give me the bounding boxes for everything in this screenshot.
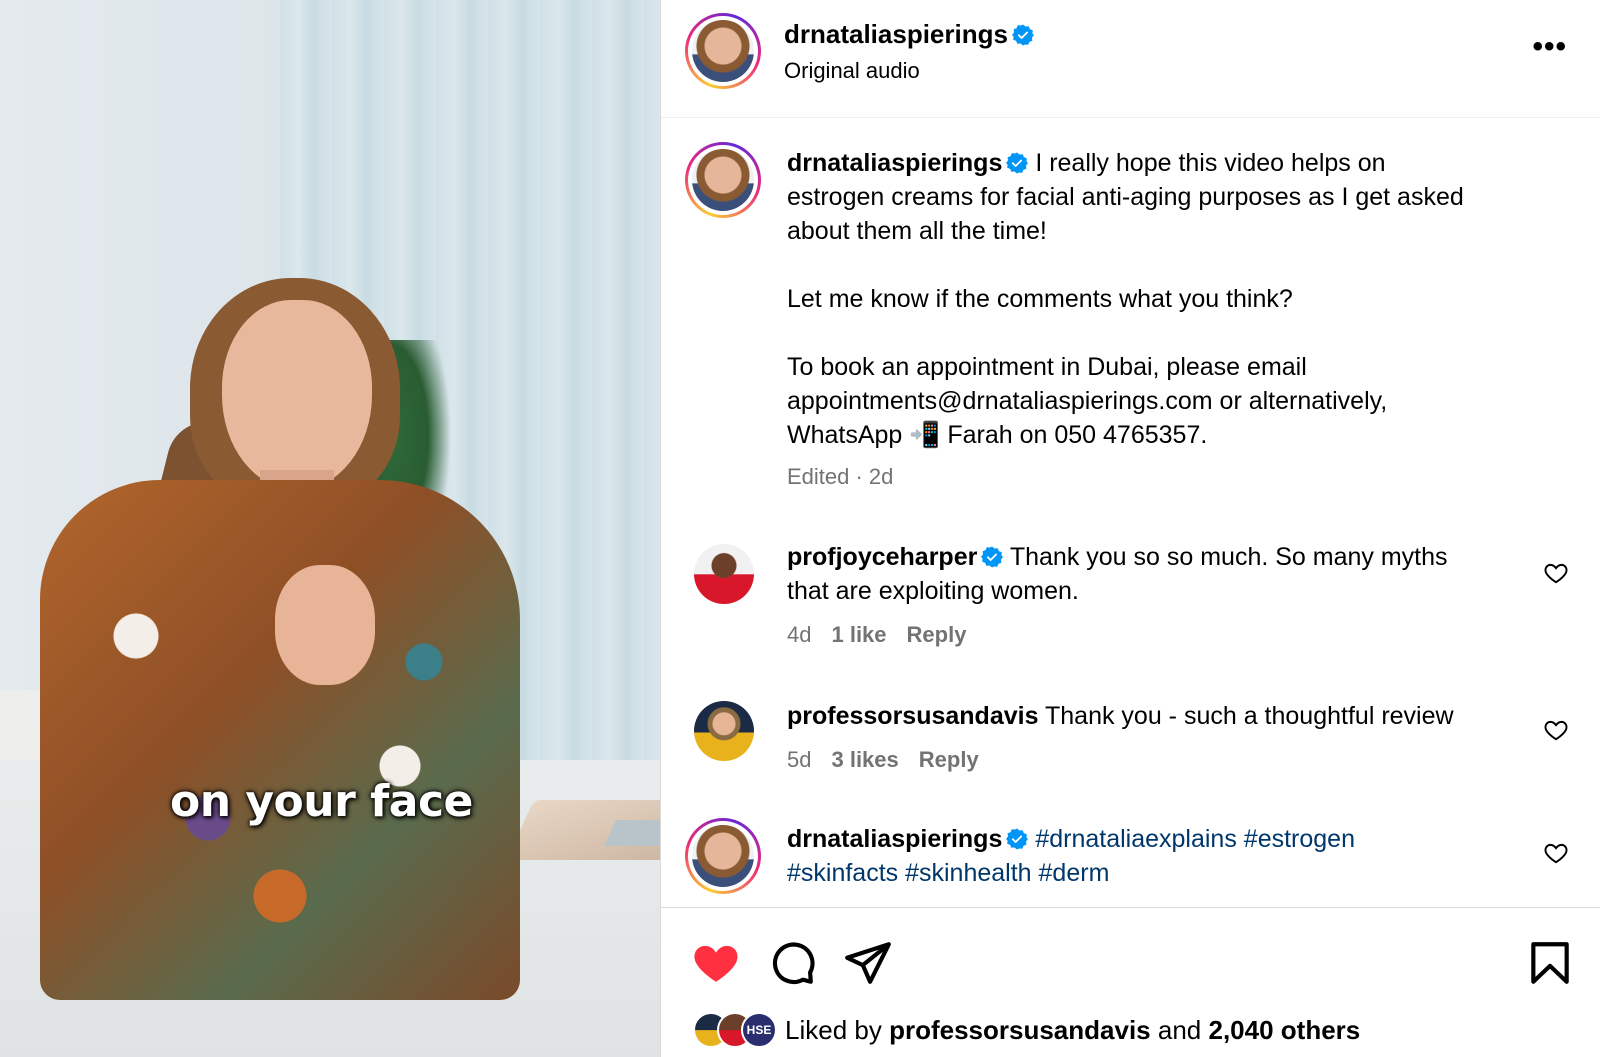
commenter-username[interactable]: professorsusandavis — [787, 702, 1039, 730]
presenter-face — [222, 300, 372, 490]
more-options-icon[interactable]: ••• — [1532, 30, 1567, 64]
comment-meta: 5d 3 likes Reply — [787, 743, 1527, 777]
caption-line: To book an appointment in Dubai, please … — [787, 353, 1307, 381]
author-username[interactable]: drnataliaspierings — [784, 19, 1008, 49]
presenter-hands — [275, 565, 375, 685]
caption-line: WhatsApp 📲 Farah on 050 4765357. — [787, 421, 1208, 449]
caption-meta: Edited · 2d — [787, 464, 894, 489]
post-panel: drnataliaspierings Original audio ••• dr… — [660, 0, 1600, 1057]
heart-icon[interactable] — [1543, 717, 1569, 743]
caption-line: about them all the time! — [787, 217, 1047, 245]
liked-by-user[interactable]: professorsusandavis — [889, 1015, 1151, 1046]
comment: profjoyceharper Thank you so so much. So… — [661, 538, 1600, 658]
bookmark-icon[interactable] — [1525, 938, 1575, 988]
heart-icon[interactable] — [1543, 560, 1569, 586]
verified-badge-icon — [1006, 152, 1029, 174]
caption-text: drnataliaspierings I really hope this vi… — [787, 146, 1577, 494]
reply-button[interactable]: Reply — [907, 622, 967, 647]
author-avatar[interactable] — [685, 13, 761, 89]
comment-text: professorsusandavis Thank you - such a t… — [787, 699, 1527, 777]
comment: professorsusandavis Thank you - such a t… — [661, 697, 1600, 787]
hashtag-links[interactable]: #drnataliaexplains #estrogen — [1035, 825, 1355, 853]
comment-text: profjoyceharper Thank you so so much. So… — [787, 540, 1527, 652]
heart-icon[interactable] — [1543, 840, 1569, 866]
commenter-username[interactable]: drnataliaspierings — [787, 825, 1002, 853]
caption-line: estrogen creams for facial anti-aging pu… — [787, 183, 1464, 211]
comment-body: that are exploiting women. — [787, 577, 1079, 605]
audio-label[interactable]: Original audio — [784, 58, 920, 84]
comment-likes[interactable]: 1 like — [831, 622, 886, 647]
caption-author-avatar[interactable] — [685, 142, 761, 218]
share-icon[interactable] — [843, 938, 893, 988]
commenter-avatar[interactable] — [694, 701, 754, 761]
hashtag-links[interactable]: #skinfacts #skinhealth #derm — [787, 856, 1527, 890]
comment-age: 4d — [787, 622, 812, 647]
comment-likes[interactable]: 3 likes — [831, 747, 898, 772]
reply-button[interactable]: Reply — [919, 747, 979, 772]
caption-line: I really hope this video helps on — [1035, 149, 1386, 177]
caption-email-line: appointments@drnataliaspierings.com or a… — [787, 387, 1388, 415]
verified-badge-icon — [1011, 24, 1034, 46]
commenter-avatar[interactable] — [685, 818, 761, 894]
caption-line: Let me know if the comments what you thi… — [787, 285, 1293, 313]
comment-body: Thank you so so much. So many myths — [1009, 543, 1448, 571]
verified-badge-icon — [981, 546, 1004, 568]
comment: drnataliaspierings #drnataliaexplains #e… — [661, 818, 1600, 908]
liked-by-prefix: Liked by — [785, 1014, 882, 1045]
video-subtitle: on your face — [170, 776, 473, 827]
verified-badge-icon — [1006, 828, 1029, 850]
liked-by: HSE Liked by professorsusandavis and 2,0… — [693, 1010, 1360, 1050]
comment-body: Thank you - such a thoughtful review — [1045, 702, 1454, 730]
presenter — [0, 0, 660, 1057]
likes-count[interactable]: 2,040 others — [1209, 1015, 1361, 1046]
commenter-username[interactable]: profjoyceharper — [787, 543, 977, 571]
reel-video[interactable]: on your face — [0, 0, 660, 1057]
comment-text: drnataliaspierings #drnataliaexplains #e… — [787, 822, 1527, 890]
caption-username[interactable]: drnataliaspierings — [787, 149, 1002, 177]
heart-icon[interactable] — [691, 938, 741, 988]
liker-avatar: HSE — [741, 1012, 777, 1048]
commenter-avatar[interactable] — [694, 544, 754, 604]
presenter-blouse — [40, 480, 520, 1000]
post-caption: drnataliaspierings I really hope this vi… — [661, 140, 1600, 500]
comment-age: 5d — [787, 747, 812, 772]
comment-icon[interactable] — [767, 938, 817, 988]
comment-meta: 4d 1 like Reply — [787, 618, 1527, 652]
post-header: drnataliaspierings Original audio ••• — [661, 0, 1600, 118]
liked-by-middle: and — [1157, 1014, 1202, 1045]
